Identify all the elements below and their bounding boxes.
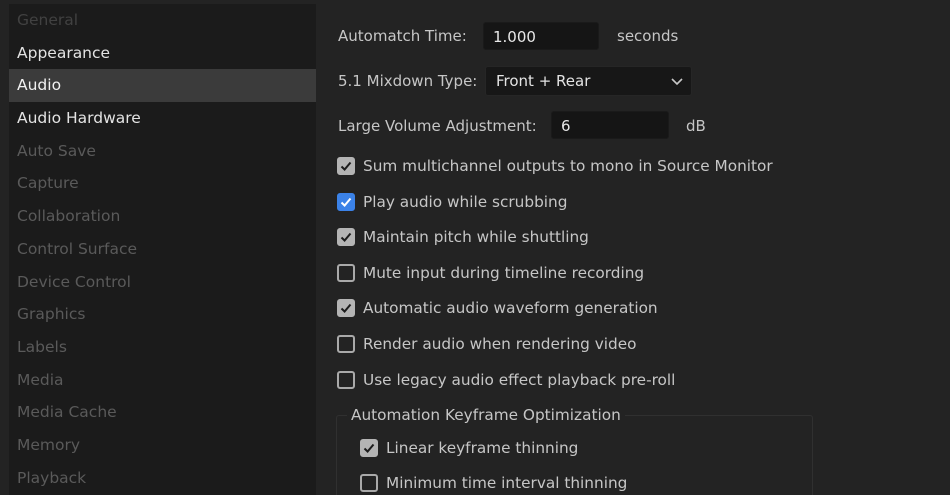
checkbox[interactable] xyxy=(337,371,355,389)
sidebar-item-collaboration[interactable]: Collaboration xyxy=(9,200,316,233)
automatch-time-unit: seconds xyxy=(617,27,679,45)
checkmark-icon xyxy=(363,443,375,453)
mixdown-type-dropdown[interactable]: Front + Rear xyxy=(485,66,692,96)
sidebar-item-general[interactable]: General xyxy=(9,4,316,37)
preferences-sidebar: General Appearance Audio Audio Hardware … xyxy=(9,4,316,495)
checkbox[interactable] xyxy=(360,474,378,492)
chevron-down-icon xyxy=(671,78,683,86)
option-label: Automatic audio waveform generation xyxy=(363,299,658,317)
checkbox[interactable] xyxy=(337,193,355,211)
option-label: Use legacy audio effect playback pre-rol… xyxy=(363,371,676,389)
sidebar-item-playback[interactable]: Playback xyxy=(9,462,316,495)
option-mute-input[interactable]: Mute input during timeline recording xyxy=(337,263,644,283)
option-label: Render audio when rendering video xyxy=(363,335,637,353)
option-linear-keyframe-thinning[interactable]: Linear keyframe thinning xyxy=(360,438,578,458)
sidebar-item-device-control[interactable]: Device Control xyxy=(9,266,316,299)
option-label: Minimum time interval thinning xyxy=(386,474,628,492)
option-minimum-time-thinning[interactable]: Minimum time interval thinning xyxy=(360,473,627,493)
option-label: Linear keyframe thinning xyxy=(386,439,579,457)
checkbox[interactable] xyxy=(337,264,355,282)
checkmark-icon xyxy=(340,197,352,207)
checkmark-icon xyxy=(340,303,352,313)
checkbox[interactable] xyxy=(337,228,355,246)
sidebar-item-auto-save[interactable]: Auto Save xyxy=(9,135,316,168)
option-label: Mute input during timeline recording xyxy=(363,264,645,282)
sidebar-item-memory[interactable]: Memory xyxy=(9,429,316,462)
checkmark-icon xyxy=(340,232,352,242)
sidebar-item-audio-hardware[interactable]: Audio Hardware xyxy=(9,102,316,135)
checkbox[interactable] xyxy=(337,335,355,353)
checkbox[interactable] xyxy=(337,299,355,317)
checkmark-icon xyxy=(340,161,352,171)
preferences-window: General Appearance Audio Audio Hardware … xyxy=(0,0,950,495)
option-legacy-preroll[interactable]: Use legacy audio effect playback pre-rol… xyxy=(337,370,675,390)
option-maintain-pitch[interactable]: Maintain pitch while shuttling xyxy=(337,227,589,247)
option-label: Play audio while scrubbing xyxy=(363,193,568,211)
mixdown-type-value: Front + Rear xyxy=(496,72,591,90)
sidebar-item-labels[interactable]: Labels xyxy=(9,331,316,364)
option-waveform-generation[interactable]: Automatic audio waveform generation xyxy=(337,298,658,318)
sidebar-item-media-cache[interactable]: Media Cache xyxy=(9,396,316,429)
option-sum-multichannel[interactable]: Sum multichannel outputs to mono in Sour… xyxy=(337,156,773,176)
sidebar-item-graphics[interactable]: Graphics xyxy=(9,298,316,331)
mixdown-type-label: 5.1 Mixdown Type: xyxy=(338,72,478,90)
automatch-time-input[interactable]: 1.000 xyxy=(483,22,599,50)
option-label: Sum multichannel outputs to mono in Sour… xyxy=(363,157,773,175)
option-render-audio[interactable]: Render audio when rendering video xyxy=(337,334,637,354)
option-play-audio-scrubbing[interactable]: Play audio while scrubbing xyxy=(337,192,567,212)
sidebar-item-media[interactable]: Media xyxy=(9,364,316,397)
sidebar-item-audio[interactable]: Audio xyxy=(9,69,316,103)
option-label: Maintain pitch while shuttling xyxy=(363,228,589,246)
large-volume-label: Large Volume Adjustment: xyxy=(338,117,537,135)
keyframe-optimization-title: Automation Keyframe Optimization xyxy=(347,406,625,424)
checkbox[interactable] xyxy=(337,157,355,175)
automatch-time-label: Automatch Time: xyxy=(338,27,467,45)
large-volume-unit: dB xyxy=(686,117,706,135)
sidebar-item-capture[interactable]: Capture xyxy=(9,167,316,200)
sidebar-item-control-surface[interactable]: Control Surface xyxy=(9,233,316,266)
audio-preferences-panel: Automatch Time: 1.000 seconds 5.1 Mixdow… xyxy=(318,0,950,495)
large-volume-input[interactable]: 6 xyxy=(551,111,669,139)
sidebar-item-appearance[interactable]: Appearance xyxy=(9,37,316,70)
checkbox[interactable] xyxy=(360,439,378,457)
